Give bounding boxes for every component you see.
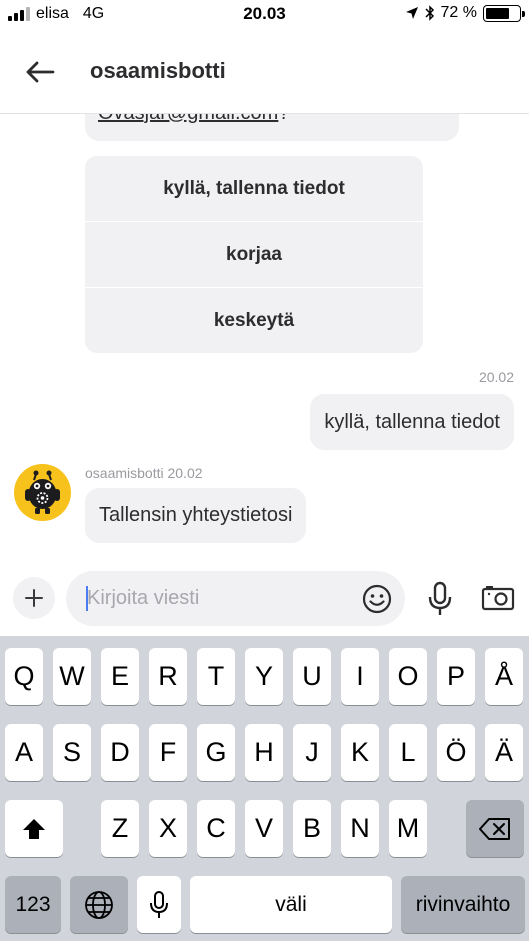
key-p[interactable]: P xyxy=(437,648,475,705)
shift-icon xyxy=(23,818,45,839)
key-k[interactable]: K xyxy=(341,724,379,781)
backspace-icon xyxy=(479,817,510,840)
key-r[interactable]: R xyxy=(149,648,187,705)
message-text-tail: ? xyxy=(278,114,289,124)
key-b[interactable]: B xyxy=(293,800,331,857)
input-placeholder: Kirjoita viesti xyxy=(87,587,200,609)
key-a-ring[interactable]: Å xyxy=(485,648,523,705)
smiley-icon xyxy=(362,584,392,614)
key-o[interactable]: O xyxy=(389,648,427,705)
chat-header: osaamisbotti xyxy=(0,30,529,114)
onscreen-keyboard: Q W E R T Y U I O P Å A S D F G H J K L … xyxy=(0,636,529,941)
key-w[interactable]: W xyxy=(53,648,91,705)
bot-avatar xyxy=(14,464,71,521)
dictation-key[interactable] xyxy=(137,876,181,933)
key-t[interactable]: T xyxy=(197,648,235,705)
user-message-bubble: kyllä, tallenna tiedot xyxy=(310,394,514,450)
user-message-timestamp: 20.02 xyxy=(478,369,514,385)
key-c[interactable]: C xyxy=(197,800,235,857)
quick-reply-fix[interactable]: korjaa xyxy=(85,222,423,288)
camera-button[interactable] xyxy=(481,584,515,612)
key-u[interactable]: U xyxy=(293,648,331,705)
bot-message-meta: osaamisbotti 20.02 xyxy=(85,465,203,481)
battery-fill xyxy=(486,7,510,19)
key-o-umlaut[interactable]: Ö xyxy=(437,724,475,781)
key-h[interactable]: H xyxy=(245,724,283,781)
key-z[interactable]: Z xyxy=(101,800,139,857)
space-key[interactable]: väli xyxy=(190,876,392,933)
quick-reply-options: kyllä, tallenna tiedot korjaa keskeytä xyxy=(85,156,423,353)
key-n[interactable]: N xyxy=(341,800,379,857)
bluetooth-icon xyxy=(425,5,434,21)
back-button[interactable] xyxy=(20,54,60,90)
key-v[interactable]: V xyxy=(245,800,283,857)
key-x[interactable]: X xyxy=(149,800,187,857)
bot-message-bubble-partial: Ovasjar@gmail.com? xyxy=(85,114,459,141)
bot-sender-name: osaamisbotti xyxy=(85,465,164,481)
key-i[interactable]: I xyxy=(341,648,379,705)
key-y[interactable]: Y xyxy=(245,648,283,705)
message-list[interactable]: Ovasjar@gmail.com? kyllä, tallenna tiedo… xyxy=(0,114,529,564)
status-bar: elisa 4G 20.03 72 % xyxy=(0,0,529,30)
globe-icon xyxy=(85,890,113,919)
key-m[interactable]: M xyxy=(389,800,427,857)
numbers-key[interactable]: 123 xyxy=(5,876,61,933)
key-a-umlaut[interactable]: Ä xyxy=(485,724,523,781)
key-e[interactable]: E xyxy=(101,648,139,705)
return-key[interactable]: rivinvaihto xyxy=(401,876,525,933)
status-right: 72 % xyxy=(405,4,525,22)
plus-icon xyxy=(25,589,43,607)
message-text: Ovasjar@gmail.com? xyxy=(98,114,289,125)
key-s[interactable]: S xyxy=(53,724,91,781)
key-d[interactable]: D xyxy=(101,724,139,781)
key-f[interactable]: F xyxy=(149,724,187,781)
voice-input-button[interactable] xyxy=(425,581,455,617)
email-link[interactable]: Ovasjar@gmail.com xyxy=(98,114,278,124)
quick-reply-save[interactable]: kyllä, tallenna tiedot xyxy=(85,156,423,222)
shift-key[interactable] xyxy=(5,800,63,857)
robot-icon xyxy=(25,470,60,514)
key-a[interactable]: A xyxy=(5,724,43,781)
key-l[interactable]: L xyxy=(389,724,427,781)
key-j[interactable]: J xyxy=(293,724,331,781)
microphone-icon xyxy=(428,581,452,615)
emoji-button[interactable] xyxy=(361,583,393,615)
camera-icon xyxy=(481,586,515,611)
location-icon xyxy=(405,7,418,19)
key-q[interactable]: Q xyxy=(5,648,43,705)
bot-message-bubble: Tallensin yhteystietosi xyxy=(85,488,307,543)
quick-reply-cancel[interactable]: keskeytä xyxy=(85,288,423,353)
battery-percentage: 72 % xyxy=(440,4,477,21)
add-attachment-button[interactable] xyxy=(13,577,55,619)
message-input[interactable]: Kirjoita viesti xyxy=(66,571,405,626)
back-arrow-icon xyxy=(26,61,55,83)
globe-key[interactable] xyxy=(70,876,128,933)
message-composer: Kirjoita viesti xyxy=(0,564,529,636)
key-g[interactable]: G xyxy=(197,724,235,781)
microphone-icon xyxy=(150,890,168,918)
chat-title: osaamisbotti xyxy=(90,58,226,83)
bot-message-timestamp: 20.02 xyxy=(167,465,203,481)
backspace-key[interactable] xyxy=(466,800,524,857)
battery-icon xyxy=(483,4,525,22)
